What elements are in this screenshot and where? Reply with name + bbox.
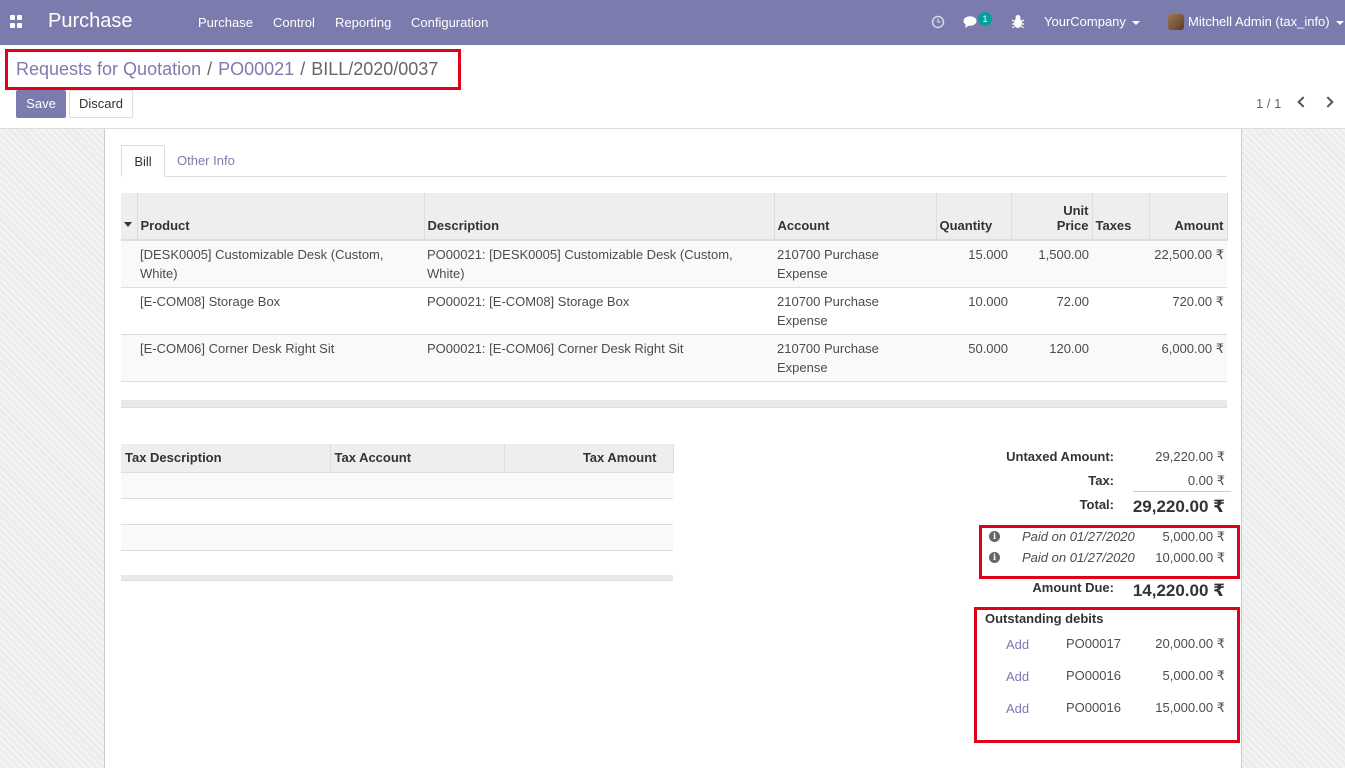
cell-description[interactable]: PO00021: [E-COM06] Corner Desk Right Sit	[424, 334, 774, 382]
apps-menu-icon[interactable]	[10, 15, 23, 28]
cell-taxes[interactable]	[1092, 287, 1149, 335]
cell-description[interactable]: PO00021: [E-COM08] Storage Box	[424, 287, 774, 335]
cell-amount: 22,500.00 ₹	[1149, 240, 1227, 288]
column-amount[interactable]: Amount	[1149, 193, 1228, 241]
column-tax-amount[interactable]: Tax Amount	[504, 444, 674, 473]
column-taxes[interactable]: Taxes	[1092, 193, 1150, 241]
cell-unit-price[interactable]: 120.00	[1011, 334, 1092, 382]
annotation-highlight-box	[979, 525, 1240, 579]
debug-bug-icon[interactable]	[1011, 14, 1025, 29]
cell-unit-price[interactable]: 1,500.00	[1011, 240, 1092, 288]
menu-configuration[interactable]: Configuration	[411, 15, 488, 30]
messages-count-badge: 1	[978, 12, 992, 26]
table-row	[121, 550, 673, 577]
column-product[interactable]: Product	[137, 193, 425, 241]
cell-description[interactable]: PO00021: [DESK0005] Customizable Desk (C…	[424, 240, 774, 288]
user-name: Mitchell Admin (tax_info)	[1188, 14, 1330, 29]
tax-label: Tax:	[1088, 473, 1114, 488]
column-unit-price-label: Unit Price	[1056, 203, 1089, 233]
total-divider	[1133, 491, 1231, 492]
cell-product[interactable]: [E-COM08] Storage Box	[137, 287, 424, 335]
row-handle	[121, 240, 137, 288]
amount-due-value: 14,220.00 ₹	[1132, 581, 1225, 600]
table-row[interactable]: [E-COM06] Corner Desk Right Sit PO00021:…	[121, 334, 1227, 382]
cell-product[interactable]: [E-COM06] Corner Desk Right Sit	[137, 334, 424, 382]
discard-button[interactable]: Discard	[69, 90, 133, 118]
pager-next-icon[interactable]	[1322, 96, 1334, 108]
pager-value: 1 / 1	[1256, 96, 1282, 111]
row-handle	[121, 334, 137, 382]
tab-other-info[interactable]: Other Info	[165, 145, 247, 177]
total-label: Total:	[1079, 497, 1114, 512]
cell-quantity[interactable]: 10.000	[936, 287, 1011, 335]
table-row	[121, 524, 673, 551]
column-quantity[interactable]: Quantity	[936, 193, 1012, 241]
cell-quantity[interactable]: 50.000	[936, 334, 1011, 382]
activity-clock-icon[interactable]	[931, 15, 945, 29]
table-row[interactable]: [DESK0005] Customizable Desk (Custom, Wh…	[121, 240, 1227, 288]
tax-value: 0.00 ₹	[1187, 473, 1225, 488]
table-row	[121, 498, 673, 525]
menu-control[interactable]: Control	[273, 15, 315, 30]
notebook-tabs: Bill Other Info	[121, 145, 1227, 177]
column-tax-description[interactable]: Tax Description	[121, 444, 331, 473]
user-menu[interactable]: Mitchell Admin (tax_info)	[1188, 14, 1344, 29]
untaxed-amount-value: 29,220.00 ₹	[1155, 449, 1225, 464]
cell-unit-price[interactable]: 72.00	[1011, 287, 1092, 335]
sort-caret-icon	[124, 222, 132, 227]
caret-down-icon	[1335, 20, 1344, 25]
menu-purchase[interactable]: Purchase	[198, 15, 253, 30]
cell-account[interactable]: 210700 Purchase Expense	[774, 287, 936, 335]
pager-previous-icon[interactable]	[1297, 96, 1309, 108]
annotation-highlight-box	[5, 49, 461, 90]
sort-column[interactable]	[121, 193, 138, 241]
column-unit-price[interactable]: Unit Price	[1011, 193, 1093, 241]
cell-taxes[interactable]	[1092, 334, 1149, 382]
tab-bill[interactable]: Bill	[121, 145, 165, 177]
invoice-lines-table: Product Description Account Quantity Uni…	[121, 193, 1228, 382]
lines-table-footer	[121, 400, 1227, 408]
table-row[interactable]: [E-COM08] Storage Box PO00021: [E-COM08]…	[121, 287, 1227, 335]
form-sheet: Bill Other Info Product Description Acco…	[104, 129, 1242, 768]
cell-account[interactable]: 210700 Purchase Expense	[774, 240, 936, 288]
cell-amount: 720.00 ₹	[1149, 287, 1227, 335]
menu-reporting[interactable]: Reporting	[335, 15, 391, 30]
company-switcher[interactable]: YourCompany	[1044, 14, 1140, 29]
amount-due-label: Amount Due:	[1032, 580, 1114, 595]
top-navbar: Purchase Purchase Control Reporting Conf…	[0, 0, 1345, 45]
column-account[interactable]: Account	[774, 193, 937, 241]
cell-product[interactable]: [DESK0005] Customizable Desk (Custom, Wh…	[137, 240, 424, 288]
tax-lines-table: Tax Description Tax Account Tax Amount	[121, 444, 674, 577]
tax-table-footer	[121, 575, 673, 581]
company-name: YourCompany	[1044, 14, 1126, 29]
total-value: 29,220.00 ₹	[1132, 497, 1225, 516]
untaxed-amount-label: Untaxed Amount:	[1006, 449, 1114, 464]
cell-taxes[interactable]	[1092, 240, 1149, 288]
cell-amount: 6,000.00 ₹	[1149, 334, 1227, 382]
control-panel: Requests for Quotation / PO00021/BILL/2020…	[0, 45, 1345, 129]
table-row	[121, 472, 673, 499]
app-title: Purchase	[48, 10, 133, 32]
column-tax-account[interactable]: Tax Account	[330, 444, 505, 473]
column-description[interactable]: Description	[424, 193, 775, 241]
annotation-highlight-box	[974, 607, 1240, 743]
cell-quantity[interactable]: 15.000	[936, 240, 1011, 288]
save-button[interactable]: Save	[16, 90, 66, 118]
user-avatar	[1168, 14, 1184, 30]
caret-down-icon	[1131, 20, 1140, 25]
row-handle	[121, 287, 137, 335]
cell-account[interactable]: 210700 Purchase Expense	[774, 334, 936, 382]
